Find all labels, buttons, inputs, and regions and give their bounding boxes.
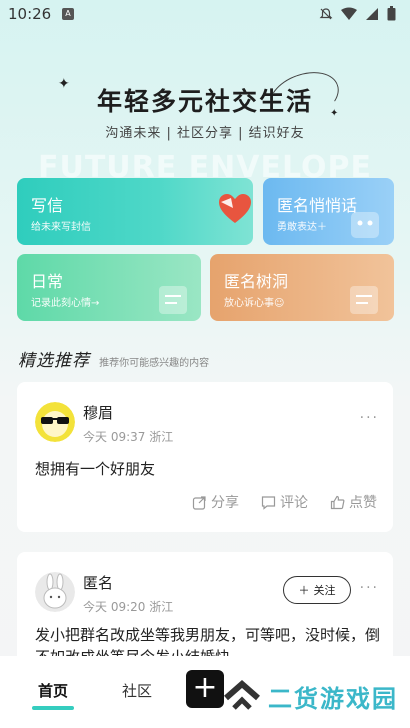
post-card[interactable]: 穆眉 今天 09:37 浙江 ··· 想拥有一个好朋友 分享 评论 点赞 [17, 382, 393, 532]
bell-off-icon [319, 7, 333, 19]
comment-label: 评论 [280, 495, 308, 511]
daily-card[interactable]: 日常 记录此刻心情→ [17, 254, 201, 321]
tree-hole-card[interactable]: 匿名树洞 放心诉心事☺ [210, 254, 394, 321]
sunglasses-avatar-icon [35, 402, 75, 442]
share-icon [192, 495, 206, 510]
write-letter-card[interactable]: 写信 给未来写封信 [17, 178, 253, 245]
anonymous-whisper-subtitle: 勇敢表达＋ [277, 222, 327, 233]
like-label: 点赞 [349, 495, 377, 511]
more-options-icon[interactable]: ··· [360, 410, 379, 426]
brand-logo: 二货游戏园 [222, 678, 398, 714]
avatar[interactable] [35, 572, 75, 612]
share-button[interactable]: 分享 [192, 492, 239, 512]
follow-button[interactable]: ＋ 关注 [283, 576, 351, 604]
nav-community[interactable]: 社区 [122, 680, 152, 701]
write-letter-title: 写信 [31, 196, 64, 215]
post-time: 今天 09:37 浙江 [83, 430, 174, 444]
like-button[interactable]: 点赞 [330, 492, 377, 512]
heart-envelope-icon [219, 194, 251, 223]
hero-subtitle: 沟通未来 | 社区分享 | 结识好友 [105, 126, 305, 141]
share-label: 分享 [211, 495, 239, 511]
post-body: 想拥有一个好朋友 [35, 460, 156, 478]
mask-icon [351, 212, 379, 238]
wifi-icon [341, 7, 357, 20]
anonymous-whisper-card[interactable]: 匿名悄悄话 勇敢表达＋ [263, 178, 394, 245]
comment-icon [261, 495, 276, 510]
comment-button[interactable]: 评论 [261, 492, 308, 512]
create-post-button[interactable]: + [186, 670, 224, 708]
post-time: 今天 09:20 浙江 [83, 600, 174, 614]
rabbit-avatar-icon [35, 572, 75, 612]
recommend-section-header: 精选推荐 推荐你可能感兴趣的内容 [18, 346, 209, 371]
tree-hole-subtitle: 放心诉心事☺ [224, 298, 285, 309]
tree-hole-title: 匿名树洞 [224, 272, 289, 291]
write-letter-subtitle: 给未来写封信 [31, 222, 91, 233]
anonymous-whisper-title: 匿名悄悄话 [277, 196, 358, 215]
section-hint: 推荐你可能感兴趣的内容 [99, 358, 210, 369]
status-bar: 10:26 A [0, 0, 410, 30]
daily-subtitle: 记录此刻心情→ [31, 298, 100, 309]
house-chevron-logo-icon [224, 680, 260, 710]
status-icons [319, 6, 396, 21]
post-user-name[interactable]: 穆眉 [83, 402, 113, 423]
plus-icon: ＋ [298, 584, 310, 597]
post-card[interactable]: 匿名 今天 09:20 浙江 ＋ 关注 ··· 发小把群名改成坐等我男朋友，可等… [17, 552, 393, 672]
follow-label: 关注 [313, 584, 336, 597]
app-notification-icon: A [62, 8, 74, 20]
status-time: 10:26 [8, 5, 52, 23]
brand-text: 二货游戏园 [268, 684, 398, 713]
nav-home[interactable]: 首页 [38, 680, 68, 701]
thumbs-up-icon [330, 495, 345, 509]
more-options-icon[interactable]: ··· [360, 580, 379, 596]
post-user-name[interactable]: 匿名 [83, 572, 113, 593]
nav-active-indicator [32, 706, 74, 710]
daily-title: 日常 [31, 272, 64, 291]
battery-icon [387, 6, 396, 21]
notebook-icon [159, 286, 187, 314]
avatar[interactable] [35, 402, 75, 442]
hero-title: 年轻多元社交生活 [96, 87, 313, 116]
post-actions: 分享 评论 点赞 [192, 492, 377, 512]
section-title: 精选推荐 [18, 351, 90, 371]
note-paper-icon [350, 286, 378, 314]
signal-icon [366, 7, 378, 20]
